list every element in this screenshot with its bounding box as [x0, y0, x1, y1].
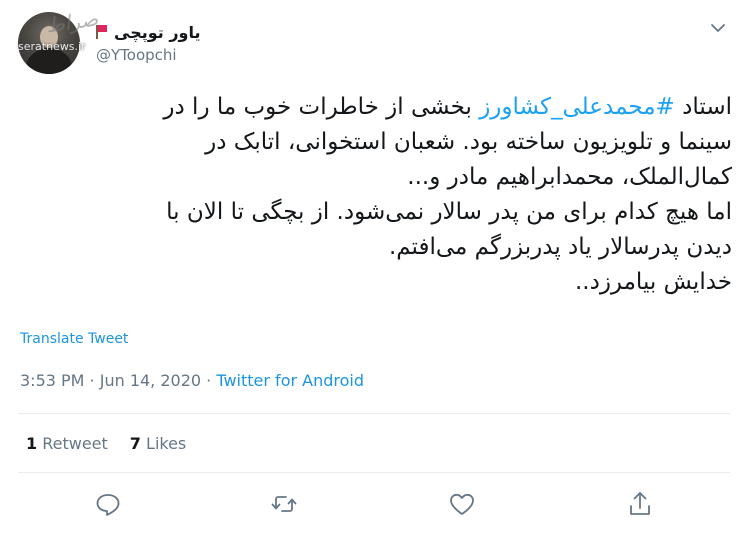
tweet-text: استاد #محمدعلی_کشاورز بخشی از خاطرات خوب… — [20, 90, 732, 300]
author-display-name[interactable]: یاور توپچی — [114, 23, 201, 42]
avatar-body — [26, 48, 72, 74]
avatar[interactable] — [18, 12, 80, 74]
tweet-stats: 1 Retweet 7 Likes — [26, 434, 186, 453]
tweet-line: دیدن پدرسالار یاد پدربزرگم می‌افتم. — [388, 234, 732, 260]
tweet-source-link[interactable]: Twitter for Android — [216, 371, 364, 390]
hashtag-link[interactable]: #محمدعلی_کشاورز — [479, 94, 675, 120]
reply-icon[interactable] — [92, 488, 124, 520]
retweets-stat[interactable]: 1 Retweet — [26, 434, 108, 453]
tweet-meta: 3:53 PM · Jun 14, 2020 · Twitter for And… — [20, 371, 364, 390]
author-handle[interactable]: @YToopchi — [96, 46, 177, 64]
chevron-down-icon[interactable] — [708, 18, 728, 38]
tweet-line: اما هیچ کدام برای من پدر سالار نمی‌شود. … — [166, 199, 732, 225]
divider — [18, 413, 730, 414]
translate-tweet-link[interactable]: Translate Tweet — [20, 331, 128, 347]
tweet-time[interactable]: 3:53 PM — [20, 371, 84, 390]
tweet-line: خدایش بیامرزد.. — [574, 269, 732, 295]
tweet-line: استاد #محمدعلی_کشاورز بخشی از خاطرات خوب… — [163, 94, 732, 120]
action-bar — [0, 488, 748, 524]
red-flag-icon — [96, 25, 108, 39]
tweet-line: سینما و تلویزیون ساخته بود. شعبان استخوا… — [205, 129, 732, 155]
divider — [18, 472, 730, 473]
tweet-header: ﺻﺮﺍﻁ seratnews.ir یاور توپچی @YToopchi — [0, 0, 748, 84]
share-icon[interactable] — [624, 488, 656, 520]
tweet-date[interactable]: Jun 14, 2020 — [100, 371, 201, 390]
retweet-icon[interactable] — [268, 488, 300, 520]
name-row: یاور توپچی — [96, 20, 201, 44]
likes-stat[interactable]: 7 Likes — [130, 434, 186, 453]
like-icon[interactable] — [446, 488, 478, 520]
tweet-line: کمال‌الملک، محمدابراهیم مادر و... — [407, 164, 732, 190]
avatar-face — [40, 26, 58, 48]
